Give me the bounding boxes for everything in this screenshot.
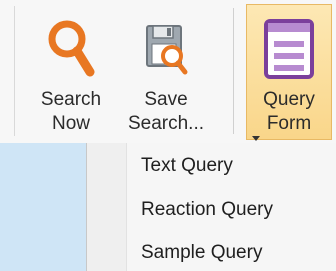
- menu-icon-gutter: [87, 143, 127, 271]
- background-panel: [0, 143, 86, 271]
- save-search-label: Save Search...: [120, 88, 212, 136]
- menu-item-sample-query[interactable]: Sample Query: [141, 238, 262, 268]
- menu-item-reaction-query[interactable]: Reaction Query: [141, 195, 273, 225]
- search-now-button[interactable]: Search Now: [30, 4, 112, 140]
- query-form-dropdown-menu: Text Query Reaction Query Sample Query: [86, 143, 336, 271]
- menu-item-text-query[interactable]: Text Query: [141, 151, 233, 181]
- save-search-label-line2: Search...: [127, 113, 205, 134]
- ribbon-toolbar: Search Now Save Search... Query Form: [0, 0, 336, 143]
- form-window-icon: [260, 17, 318, 86]
- search-now-label-line1: Search: [40, 89, 102, 110]
- dropdown-caret-icon: [252, 136, 260, 141]
- save-search-label-line1: Save: [144, 89, 188, 110]
- search-now-label: Search Now: [30, 88, 112, 136]
- query-form-label-line1: Query: [263, 89, 315, 110]
- ribbon-left-divider: [14, 6, 15, 136]
- query-form-label: Query Form: [247, 88, 331, 141]
- magnifier-icon: [46, 18, 96, 85]
- query-form-button[interactable]: Query Form: [246, 4, 332, 141]
- query-form-label-line2: Form: [266, 113, 312, 134]
- search-now-label-line2: Now: [51, 113, 90, 134]
- save-search-button[interactable]: Save Search...: [120, 4, 212, 140]
- save-search-icon: [141, 18, 191, 85]
- ribbon-group-divider: [233, 8, 234, 134]
- query-form-label-line2-row: Form: [247, 112, 331, 141]
